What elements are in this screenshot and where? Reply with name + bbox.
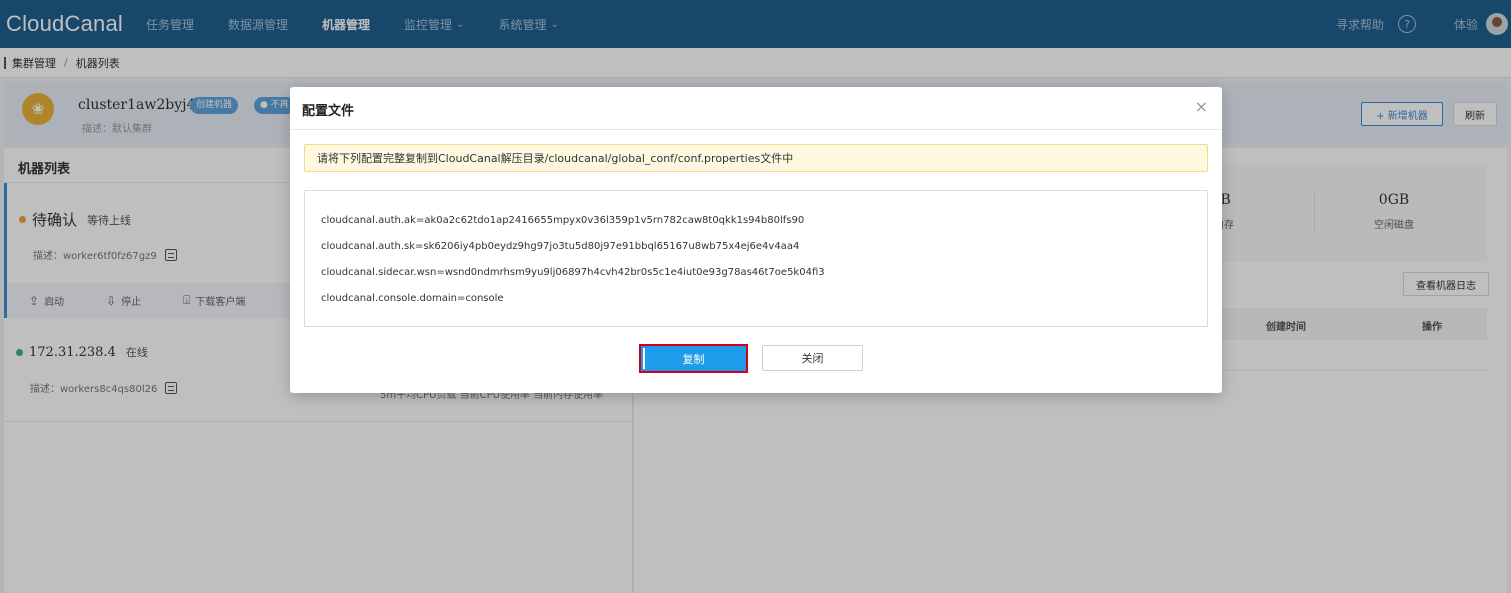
close-button[interactable]: 关闭 xyxy=(762,345,863,371)
config-line: cloudcanal.console.domain=console xyxy=(321,293,504,304)
config-content-box[interactable]: cloudcanal.auth.ak=ak0a2c62tdo1ap2416655… xyxy=(304,190,1208,327)
config-line: cloudcanal.auth.sk=sk6206iy4pb0eydz9hg97… xyxy=(321,241,800,252)
copy-button[interactable]: 复制 xyxy=(639,344,748,373)
config-line: cloudcanal.sidecar.wsn=wsnd0ndmrhsm9yu9l… xyxy=(321,267,825,278)
config-line: cloudcanal.auth.ak=ak0a2c62tdo1ap2416655… xyxy=(321,215,805,226)
dialog-title: 配置文件 xyxy=(302,104,355,119)
close-icon[interactable]: × xyxy=(1195,97,1208,116)
config-file-dialog: 配置文件 × 请将下列配置完整复制到CloudCanal解压目录/cloudca… xyxy=(290,87,1222,393)
copy-notice: 请将下列配置完整复制到CloudCanal解压目录/cloudcanal/glo… xyxy=(304,144,1208,172)
dialog-header: 配置文件 × xyxy=(290,87,1222,130)
